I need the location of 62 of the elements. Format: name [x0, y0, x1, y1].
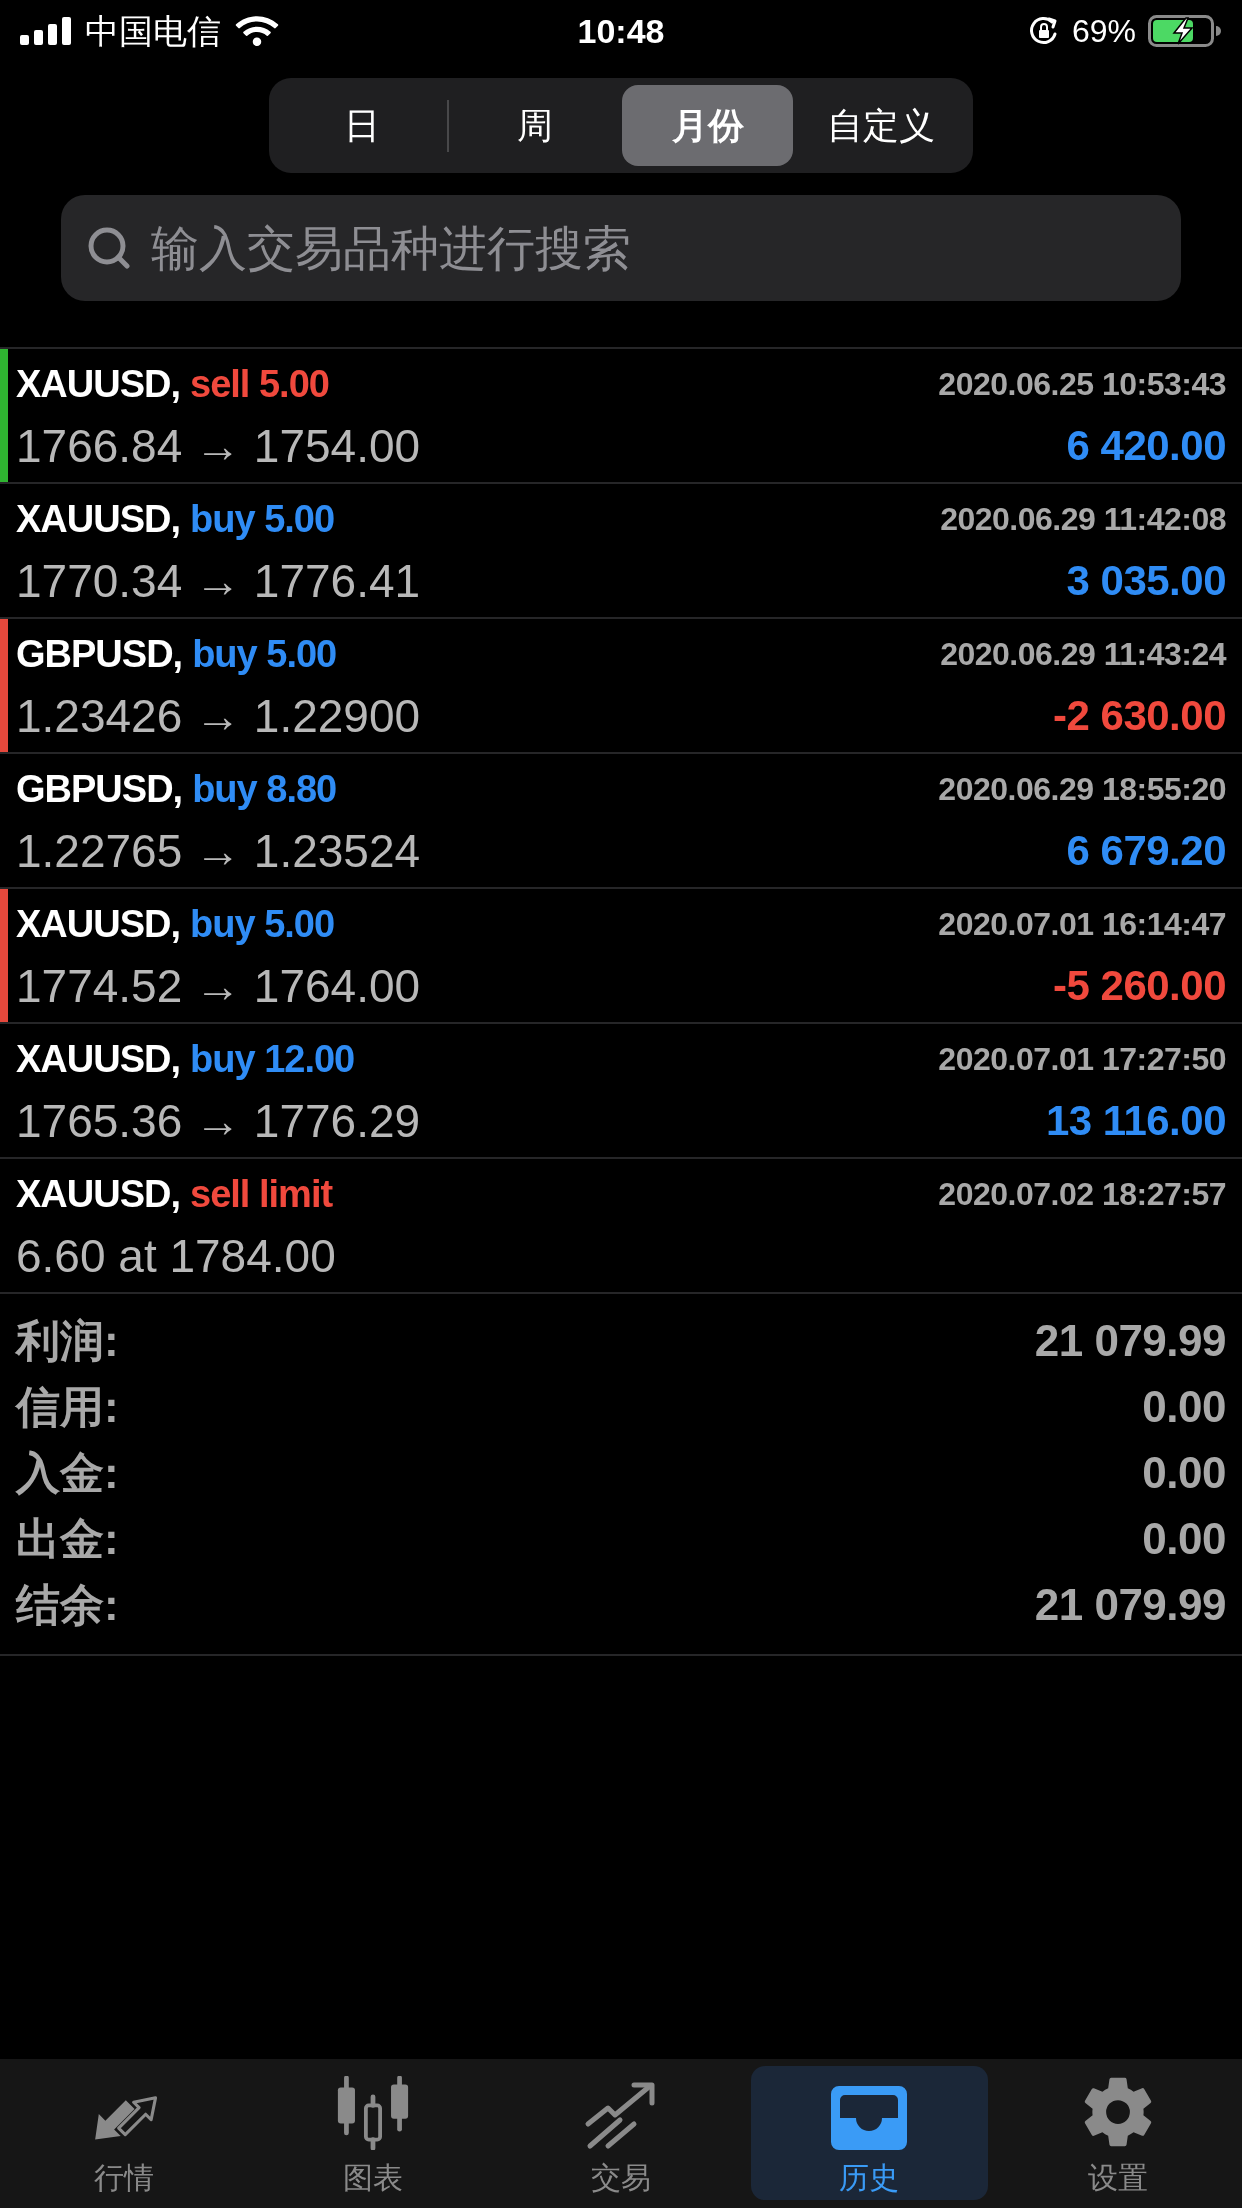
profit-value: -5 260.00: [1053, 961, 1226, 1011]
price-range: 6.60 at 1784.00: [16, 1229, 336, 1283]
trade-time: 2020.07.01 17:27:50: [938, 1040, 1226, 1079]
tab-bar-item[interactable]: 设置: [999, 2066, 1236, 2200]
summary-value: 21 079.99: [1034, 1579, 1226, 1631]
charging-battery-icon: [1148, 15, 1222, 47]
profit-value: -2 630.00: [1053, 691, 1226, 741]
order-type-label: buy 8.80: [192, 767, 337, 812]
period-tab[interactable]: 日: [276, 85, 447, 166]
price-range: 1770.34 → 1776.41: [16, 554, 421, 608]
clock-time: 10:48: [577, 11, 665, 51]
summary-value: 0.00: [1142, 1447, 1226, 1499]
summary-label: 结余:: [16, 1579, 119, 1631]
symbol-label: XAUUSD,: [16, 497, 181, 542]
price-range: 1774.52 → 1764.00: [16, 959, 421, 1013]
carrier-name: 中国电信: [85, 11, 221, 51]
symbol-label: GBPUSD,: [16, 767, 183, 812]
order-type-label: buy 5.00: [190, 902, 335, 947]
period-tab[interactable]: 自定义: [795, 85, 966, 166]
tab-bar-item[interactable]: 行情: [6, 2066, 243, 2200]
battery-percentage: 69%: [1071, 12, 1136, 51]
wifi-icon: [235, 14, 279, 48]
order-type-label: sell limit: [190, 1172, 333, 1217]
trade-time: 2020.06.29 18:55:20: [938, 770, 1226, 809]
profit-value: 13 116.00: [1045, 1096, 1226, 1146]
order-type-label: sell 5.00: [190, 362, 329, 407]
summary-value: 0.00: [1142, 1381, 1226, 1433]
price-range: 1765.36 → 1776.29: [16, 1094, 421, 1148]
tab-bar-item[interactable]: 图表: [254, 2066, 491, 2200]
summary-label: 利润:: [16, 1315, 119, 1367]
symbol-label: XAUUSD,: [16, 902, 181, 947]
profit-value: 6 679.20: [1066, 826, 1226, 876]
price-range: 1.22765 → 1.23524: [16, 824, 421, 878]
symbol-label: GBPUSD,: [16, 632, 183, 677]
summary-label: 信用:: [16, 1381, 119, 1433]
summary-label: 出金:: [16, 1513, 119, 1565]
order-type-label: buy 5.00: [190, 497, 335, 542]
symbol-label: XAUUSD,: [16, 1172, 181, 1217]
trade-time: 2020.07.02 18:27:57: [938, 1175, 1226, 1214]
period-tab[interactable]: 周: [449, 85, 620, 166]
symbol-label: XAUUSD,: [16, 1037, 181, 1082]
tab-bar-item[interactable]: 交易: [502, 2066, 740, 2200]
profit-value: 3 035.00: [1066, 556, 1226, 606]
period-tab[interactable]: 月份: [622, 85, 793, 166]
profit-value: 6 420.00: [1066, 421, 1226, 471]
order-type-label: buy 5.00: [192, 632, 337, 677]
order-type-label: buy 12.00: [190, 1037, 355, 1082]
trade-time: 2020.06.29 11:43:24: [940, 635, 1226, 674]
tab-bar-item[interactable]: 历史: [751, 2066, 988, 2200]
symbol-label: XAUUSD,: [16, 362, 181, 407]
summary-value: 0.00: [1142, 1513, 1226, 1565]
trade-time: 2020.07.01 16:14:47: [938, 905, 1226, 944]
signal-bars-icon: [20, 17, 71, 45]
inbox-tray-icon: [831, 2086, 908, 2150]
trade-time: 2020.06.25 10:53:43: [938, 365, 1226, 404]
summary-label: 入金:: [16, 1447, 119, 1499]
trend-arrow-icon: [584, 2080, 658, 2150]
search-field[interactable]: 输入交易品种进行搜索: [61, 195, 1181, 301]
price-range: 1766.84 → 1754.00: [16, 419, 421, 473]
trade-time: 2020.06.29 11:42:08: [940, 500, 1226, 539]
summary-value: 21 079.99: [1034, 1315, 1226, 1367]
price-range: 1.23426 → 1.22900: [16, 689, 421, 743]
